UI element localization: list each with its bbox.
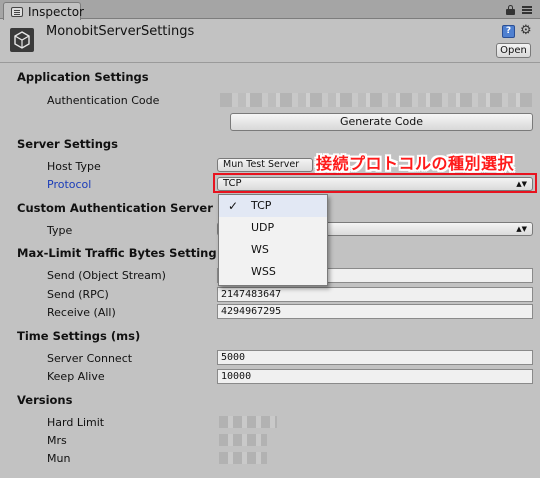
help-icon[interactable]: ? [502, 25, 515, 38]
dropdown-item-udp[interactable]: UDP [219, 217, 327, 239]
send-rpc-label: Send (RPC) [47, 288, 109, 301]
section-time-settings: Time Settings (ms) [17, 329, 141, 343]
header-divider [0, 62, 540, 63]
tab-strip: Inspector [0, 0, 540, 20]
check-icon: ✓ [228, 199, 239, 213]
section-max-limit: Max-Limit Traffic Bytes Setting [17, 246, 217, 260]
section-custom-auth: Custom Authentication Server [17, 201, 213, 215]
hard-limit-value-redacted [219, 416, 277, 428]
section-versions: Versions [17, 393, 73, 407]
receive-all-field[interactable]: 4294967295 [217, 304, 533, 319]
dropdown-item-label: UDP [251, 221, 275, 234]
mun-label: Mun [47, 452, 71, 465]
mun-value-redacted [219, 452, 267, 464]
asset-title: MonobitServerSettings [46, 24, 195, 39]
keep-alive-field[interactable]: 10000 [217, 369, 533, 384]
auth-code-value-redacted [220, 93, 532, 107]
section-server-settings: Server Settings [17, 137, 119, 151]
dropdown-item-label: WS [251, 243, 269, 256]
mrs-label: Mrs [47, 434, 67, 447]
tab-inspector-label: Inspector [28, 5, 84, 19]
annotation-caption: 接続プロトコルの種別選択 [316, 154, 515, 173]
gear-icon[interactable]: ⚙ [520, 24, 532, 37]
popup-arrow-icon: ▲▼ [516, 225, 527, 233]
inspector-icon [11, 7, 23, 17]
receive-all-label: Receive (All) [47, 306, 116, 319]
protocol-highlight-box [213, 173, 537, 193]
server-connect-label: Server Connect [47, 352, 133, 365]
dropdown-item-wss[interactable]: WSS [219, 261, 327, 283]
host-type-value: Mun Test Server [223, 159, 300, 170]
host-type-label: Host Type [47, 160, 101, 173]
auth-code-label: Authentication Code [47, 94, 160, 107]
dropdown-item-label: WSS [251, 265, 276, 278]
send-object-stream-label: Send (Object Stream) [47, 269, 166, 282]
protocol-label: Protocol [47, 178, 92, 191]
dropdown-item-label: TCP [251, 199, 272, 212]
mrs-value-redacted [219, 434, 267, 446]
keep-alive-label: Keep Alive [47, 370, 105, 383]
section-application-settings: Application Settings [17, 70, 149, 84]
tab-inspector[interactable]: Inspector [3, 2, 84, 20]
open-button[interactable]: Open [496, 43, 531, 58]
unity-asset-icon [10, 28, 34, 52]
auth-type-label: Type [47, 224, 73, 237]
dropdown-item-ws[interactable]: WS [219, 239, 327, 261]
dropdown-item-tcp[interactable]: ✓ TCP [219, 195, 327, 217]
hard-limit-label: Hard Limit [47, 416, 105, 429]
generate-code-button[interactable]: Generate Code [230, 113, 533, 131]
send-rpc-field[interactable]: 2147483647 [217, 287, 533, 302]
lock-icon[interactable] [506, 5, 515, 15]
protocol-dropdown-menu: ✓ TCP UDP WS WSS [218, 194, 328, 286]
server-connect-field[interactable]: 5000 [217, 350, 533, 365]
menu-icon[interactable] [522, 6, 532, 14]
host-type-popup[interactable]: Mun Test Server [217, 158, 313, 172]
